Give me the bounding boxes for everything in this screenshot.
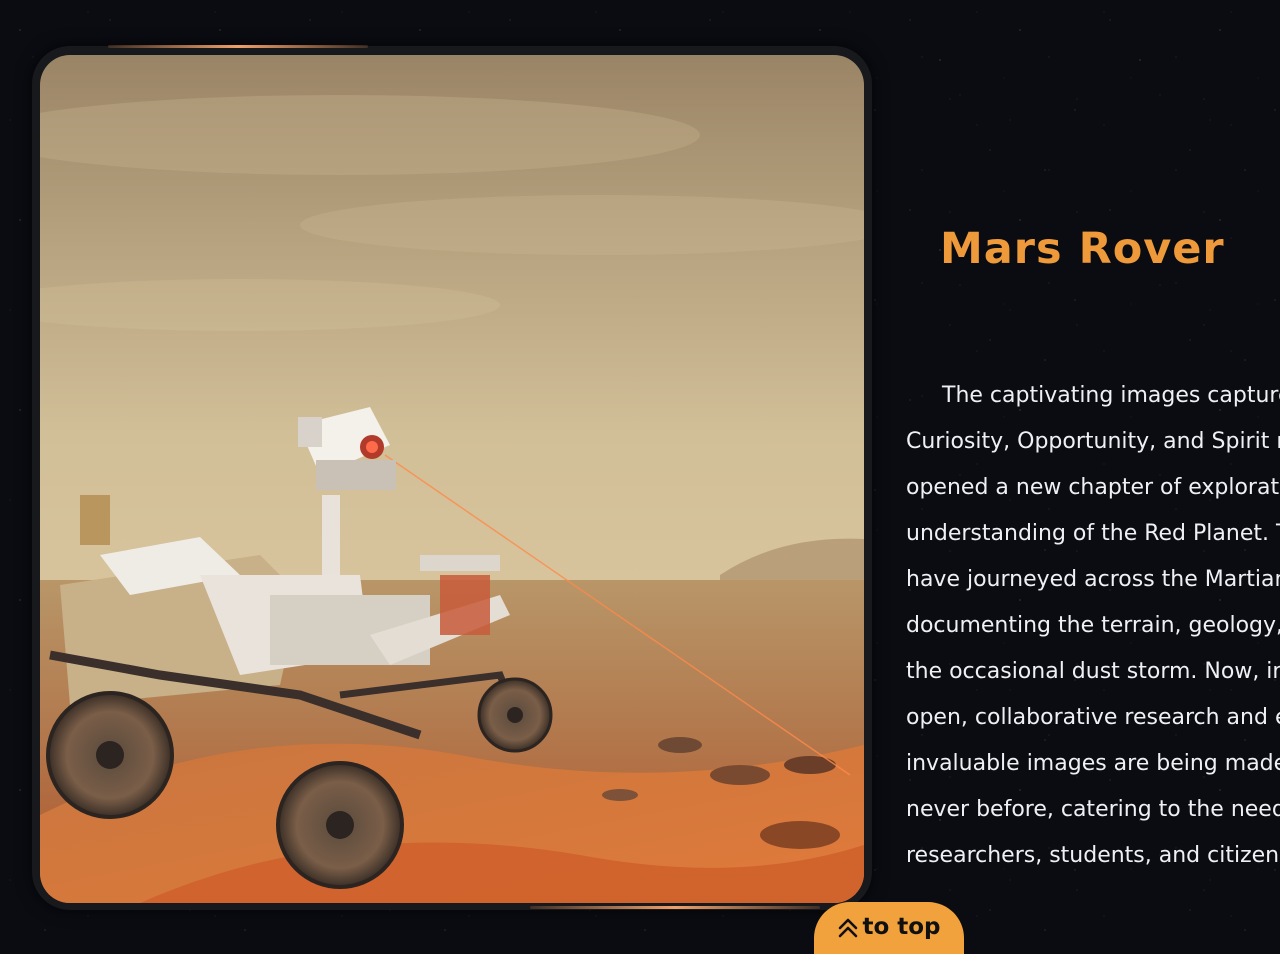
page-title: Mars Rover — [940, 224, 1225, 274]
mars-rover-image — [40, 55, 864, 903]
to-top-label: to top — [862, 914, 941, 940]
card-accent-top — [108, 45, 368, 48]
to-top-button[interactable]: to top — [814, 902, 964, 954]
card-accent-bottom — [530, 906, 820, 909]
description-text: The captivating images captured by the C… — [906, 383, 1280, 868]
double-chevron-up-icon — [837, 916, 859, 940]
